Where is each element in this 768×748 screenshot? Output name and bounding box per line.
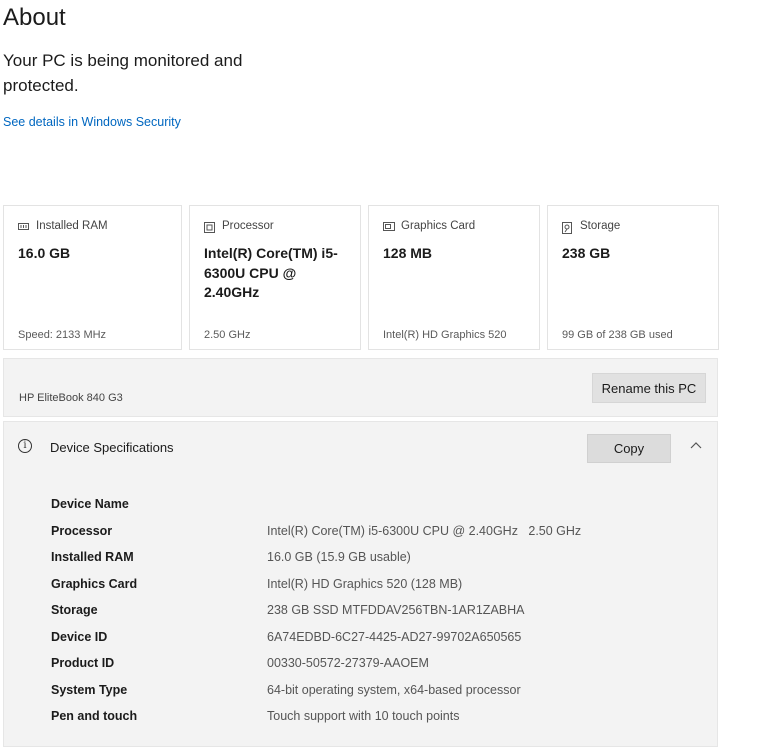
device-specifications-header[interactable]: i Device Specifications Copy (3, 421, 718, 474)
card-label: Graphics Card (401, 220, 476, 232)
device-rename-bar: HP EliteBook 840 G3 Rename this PC (3, 358, 718, 417)
device-model: HP EliteBook 840 G3 (19, 392, 123, 404)
copy-button[interactable]: Copy (587, 434, 671, 463)
card-subtext: 99 GB of 238 GB used (562, 329, 673, 341)
windows-security-link[interactable]: See details in Windows Security (3, 115, 181, 129)
spec-value: 64-bit operating system, x64-based proce… (267, 683, 521, 697)
spec-label: Processor (51, 524, 113, 538)
chevron-up-icon[interactable] (690, 439, 702, 451)
card-graphics-card: Graphics Card 128 MB Intel(R) HD Graphic… (368, 205, 540, 350)
card-value: 128 MB (383, 245, 433, 261)
info-icon: i (18, 439, 32, 453)
card-installed-ram: Installed RAM 16.0 GB Speed: 2133 MHz (3, 205, 182, 350)
spec-label: Device ID (51, 630, 108, 644)
card-storage: Storage 238 GB 99 GB of 238 GB used (547, 205, 719, 350)
spec-value: 16.0 GB (15.9 GB usable) (267, 550, 411, 564)
processor-icon (204, 221, 215, 233)
card-subtext: Intel(R) HD Graphics 520 (383, 329, 507, 341)
spec-value: 6A74EDBD-6C27-4425-AD27-99702A650565 (267, 630, 522, 644)
spec-label: System Type (51, 683, 128, 697)
card-value: 16.0 GB (18, 245, 71, 261)
spec-label: Product ID (51, 656, 115, 670)
card-label: Processor (222, 220, 274, 232)
card-label: Storage (580, 220, 621, 232)
device-specifications-list: Device Name Processor Intel(R) Core(TM) … (3, 473, 718, 747)
card-value: Intel(R) Core(TM) i5-6300U CPU @ 2.40GHz (204, 245, 338, 300)
storage-icon (562, 221, 573, 234)
spec-label: Graphics Card (51, 577, 138, 591)
spec-value: Touch support with 10 touch points (267, 709, 460, 723)
rename-pc-button[interactable]: Rename this PC (592, 373, 706, 403)
graphics-card-icon (383, 221, 395, 231)
spec-value: Intel(R) Core(TM) i5-6300U CPU @ 2.40GHz… (267, 524, 582, 538)
card-label: Installed RAM (36, 220, 108, 232)
spec-label: Installed RAM (51, 550, 134, 564)
security-status-text: Your PC is being monitored and protected… (3, 51, 243, 95)
card-subtext: 2.50 GHz (204, 329, 251, 341)
spec-label: Storage (51, 603, 98, 617)
spec-value: Intel(R) HD Graphics 520 (128 MB) (267, 577, 463, 591)
ram-icon (18, 222, 29, 231)
spec-label: Pen and touch (51, 709, 138, 723)
spec-value: 238 GB SSD MTFDDAV256TBN-1AR1ZABHA (267, 603, 525, 617)
card-processor: Processor Intel(R) Core(TM) i5-6300U CPU… (189, 205, 361, 350)
card-value: 238 GB (562, 245, 611, 261)
spec-label: Device Name (51, 497, 129, 511)
page-title: About (3, 4, 66, 31)
spec-value: 00330-50572-27379-AAOEM (267, 656, 429, 670)
device-specifications-title: Device Specifications (50, 440, 174, 455)
card-subtext: Speed: 2133 MHz (18, 329, 107, 341)
